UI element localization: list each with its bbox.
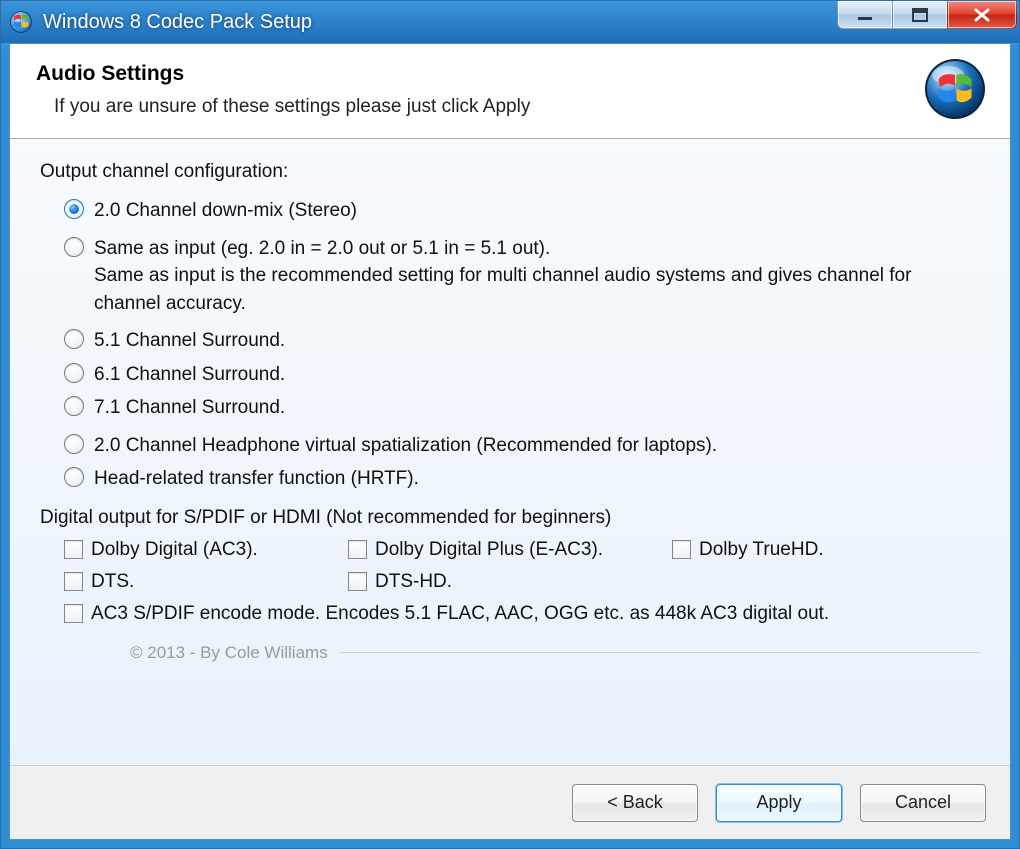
- windows-orb-icon: [924, 58, 986, 120]
- check-label: Dolby TrueHD.: [699, 539, 824, 561]
- radio-label: 7.1 Channel Surround.: [94, 394, 285, 422]
- checkbox-icon: [348, 540, 367, 559]
- client-area: Audio Settings If you are unsure of thes…: [9, 43, 1011, 840]
- radio-label: 5.1 Channel Surround.: [94, 327, 285, 355]
- radio-headphone-virtual[interactable]: 2.0 Channel Headphone virtual spatializa…: [64, 432, 980, 460]
- radio-hrtf[interactable]: Head-related transfer function (HRTF).: [64, 465, 980, 493]
- radio-icon: [64, 396, 84, 416]
- page-title: Audio Settings: [36, 62, 984, 86]
- check-dolby-eac3[interactable]: Dolby Digital Plus (E-AC3).: [348, 539, 668, 561]
- checkbox-icon: [64, 572, 83, 591]
- credit-text: © 2013 - By Cole Williams: [130, 643, 328, 663]
- checkbox-icon: [348, 572, 367, 591]
- window-controls: [838, 1, 1017, 29]
- radio-icon: [64, 199, 84, 219]
- digital-section-label: Digital output for S/PDIF or HDMI (Not r…: [40, 507, 980, 529]
- check-dolby-ac3[interactable]: Dolby Digital (AC3).: [64, 539, 344, 561]
- cancel-button[interactable]: Cancel: [860, 784, 986, 822]
- radio-icon: [64, 363, 84, 383]
- radio-label: 2.0 Channel down-mix (Stereo): [94, 197, 357, 225]
- check-label: DTS.: [91, 571, 134, 593]
- checkbox-icon: [64, 540, 83, 559]
- apply-button[interactable]: Apply: [716, 784, 842, 822]
- page-subtitle: If you are unsure of these settings plea…: [36, 96, 984, 118]
- checkbox-icon: [64, 604, 83, 623]
- radio-icon: [64, 329, 84, 349]
- radio-label: Same as input (eg. 2.0 in = 2.0 out or 5…: [94, 235, 980, 318]
- radio-label: Head-related transfer function (HRTF).: [94, 465, 419, 493]
- check-label: Dolby Digital Plus (E-AC3).: [375, 539, 603, 561]
- radio-label: 6.1 Channel Surround.: [94, 361, 285, 389]
- check-label: Dolby Digital (AC3).: [91, 539, 258, 561]
- maximize-button[interactable]: [892, 1, 948, 29]
- credit-line: © 2013 - By Cole Williams: [40, 643, 980, 663]
- radio-same-as-input[interactable]: Same as input (eg. 2.0 in = 2.0 out or 5…: [64, 235, 980, 318]
- radio-icon: [64, 237, 84, 257]
- footer: < Back Apply Cancel: [10, 765, 1010, 839]
- radio-7-1-surround[interactable]: 7.1 Channel Surround.: [64, 394, 980, 422]
- check-ac3-spdif-encode[interactable]: AC3 S/PDIF encode mode. Encodes 5.1 FLAC…: [64, 603, 980, 625]
- divider: [340, 652, 980, 653]
- window-frame: Windows 8 Codec Pack Setup Audio Setting…: [0, 0, 1020, 849]
- output-radio-group: 2.0 Channel down-mix (Stereo) Same as in…: [40, 197, 980, 493]
- titlebar[interactable]: Windows 8 Codec Pack Setup: [1, 1, 1019, 43]
- window-title: Windows 8 Codec Pack Setup: [43, 11, 312, 34]
- radio-icon: [64, 434, 84, 454]
- check-label: AC3 S/PDIF encode mode. Encodes 5.1 FLAC…: [91, 603, 829, 625]
- check-label: DTS-HD.: [375, 571, 452, 593]
- close-button[interactable]: [947, 1, 1017, 29]
- minimize-button[interactable]: [837, 1, 893, 29]
- back-button[interactable]: < Back: [572, 784, 698, 822]
- check-dts[interactable]: DTS.: [64, 571, 344, 593]
- radio-icon: [64, 467, 84, 487]
- body-pane: Output channel configuration: 2.0 Channe…: [10, 139, 1010, 765]
- check-dts-hd[interactable]: DTS-HD.: [348, 571, 668, 593]
- radio-6-1-surround[interactable]: 6.1 Channel Surround.: [64, 361, 980, 389]
- check-dolby-truehd[interactable]: Dolby TrueHD.: [672, 539, 980, 561]
- checkbox-icon: [672, 540, 691, 559]
- radio-5-1-surround[interactable]: 5.1 Channel Surround.: [64, 327, 980, 355]
- radio-label: 2.0 Channel Headphone virtual spatializa…: [94, 432, 717, 460]
- radio-2-0-stereo[interactable]: 2.0 Channel down-mix (Stereo): [64, 197, 980, 225]
- digital-check-group: Dolby Digital (AC3). Dolby Digital Plus …: [40, 539, 980, 625]
- header-pane: Audio Settings If you are unsure of thes…: [10, 44, 1010, 139]
- output-section-label: Output channel configuration:: [40, 161, 980, 183]
- app-icon: [9, 10, 33, 34]
